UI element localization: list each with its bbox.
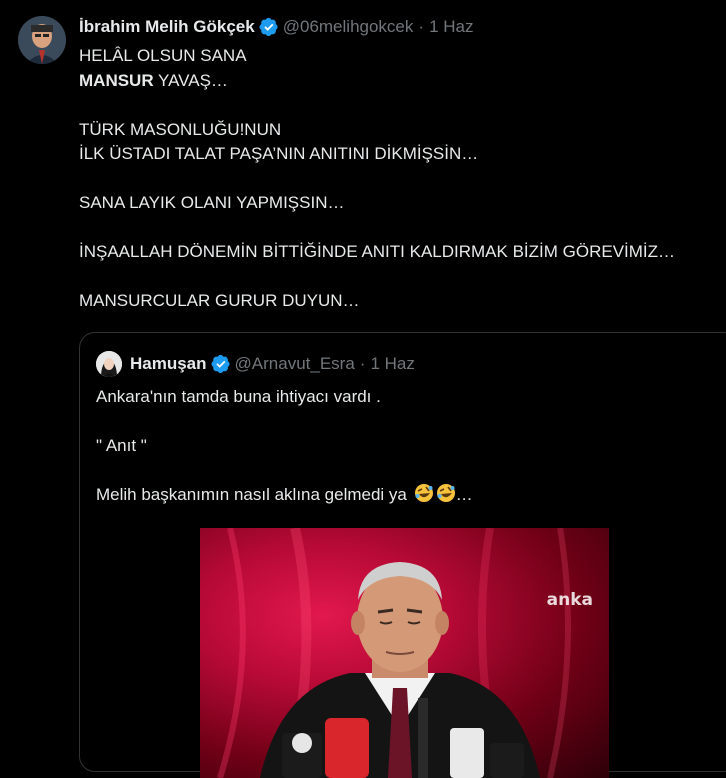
author-handle[interactable]: @06melihgokcek [283,17,414,37]
quoted-line-text: Melih başkanımın nasıl aklına gelmedi ya [96,485,407,504]
tweet-line-text: YAVAŞ… [153,70,228,90]
quoted-author-avatar[interactable] [96,351,122,377]
verified-badge-icon [259,17,279,37]
tweet-line: MANSUR YAVAŞ… [79,69,719,94]
tweet-header: İbrahim Melih Gökçek @06melihgokcek · 1 … [79,17,473,37]
author-name[interactable]: İbrahim Melih Gökçek [79,17,255,37]
rofl-emoji-icon [436,483,456,503]
quoted-tweet-card[interactable]: Hamuşan @Arnavut_Esra · 1 Haz Ankara'nın… [79,332,726,778]
tweet-line: İLK ÜSTADI TALAT PAŞA’NIN ANITINI DİKMİŞ… [79,144,479,163]
separator-dot: · [359,354,366,373]
tweet-line: MANSURCULAR GURUR DUYUN… [79,291,360,310]
rofl-emoji-icon [414,483,434,503]
tweet-date[interactable]: 1 Haz [429,17,473,37]
author-avatar[interactable] [18,16,66,64]
quoted-tweet-header: Hamuşan @Arnavut_Esra · 1 Haz [96,351,415,377]
video-watermark-logo: anka [546,590,593,610]
quoted-author-name[interactable]: Hamuşan [130,354,207,374]
mention-text: MANSUR [79,70,154,90]
quoted-tweet-date[interactable]: 1 Haz [370,354,414,374]
tweet-text: HELÂL OLSUN SANA MANSUR YAVAŞ… TÜRK MASO… [79,44,719,314]
tweet-line: HELÂL OLSUN SANA [79,46,247,65]
quoted-author-handle[interactable]: @Arnavut_Esra [235,354,355,374]
separator-dot: · [418,17,425,36]
tweet-line: TÜRK MASONLUĞU!NUN [79,119,282,139]
tweet-line: İNŞAALLAH DÖNEMİN BİTTİĞİNDE ANITI KALDI… [79,242,676,261]
quoted-video-thumbnail[interactable]: anka [200,528,609,778]
quoted-line: Ankara'nın tamda buna ihtiyacı vardı . [96,387,381,406]
ellipsis-text: … [455,485,473,504]
quoted-tweet-text: Ankara'nın tamda buna ihtiyacı vardı . "… [96,385,696,508]
verified-badge-icon [211,354,231,374]
tweet-line: SANA LAYIK OLANI YAPMIŞSIN… [79,193,345,212]
quoted-line: Melih başkanımın nasıl aklına gelmedi ya… [96,483,696,508]
quoted-line: " Anıt " [96,436,147,455]
